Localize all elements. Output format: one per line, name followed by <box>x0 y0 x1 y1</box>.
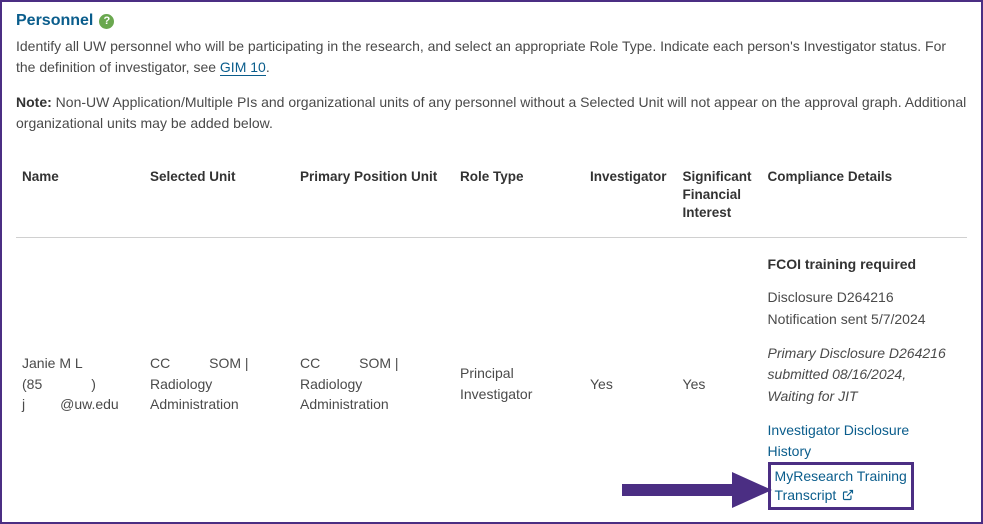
table-header-row: Name Selected Unit Primary Position Unit… <box>16 162 967 237</box>
col-header-compliance: Compliance Details <box>762 162 967 237</box>
redacted-text: xxxxx <box>320 353 355 373</box>
link2-l2: Transcript <box>775 487 837 503</box>
redacted-text: xxxxx <box>170 353 205 373</box>
note-text: Note: Non-UW Application/Multiple PIs an… <box>16 92 967 134</box>
disc2-l1: Primary Disclosure D264216 <box>768 343 957 365</box>
pri-unit-l1-pre: CC <box>300 355 320 371</box>
redacted-text: xxxxx <box>83 353 118 373</box>
col-header-name: Name <box>16 162 144 237</box>
disc2-l2: submitted 08/16/2024, <box>768 364 957 386</box>
section-header: Personnel ? <box>16 12 967 30</box>
compliance-block: FCOI training required Disclosure D26421… <box>768 254 957 464</box>
external-link-icon <box>842 489 854 501</box>
col-header-investigator: Investigator <box>584 162 677 237</box>
intro-text-pre: Identify all UW personnel who will be pa… <box>16 38 946 75</box>
sel-unit-l1-pre: CC <box>150 355 170 371</box>
cell-compliance: FCOI training required Disclosure D26421… <box>762 237 967 520</box>
disc1-l1: Disclosure D264216 <box>768 287 957 309</box>
intro-text: Identify all UW personnel who will be pa… <box>16 36 967 78</box>
link1-l2: History <box>768 443 812 459</box>
redacted-text: xxxxxxx <box>42 374 91 394</box>
cell-primary-unit: CCxxxxx SOM | Radiology Administration <box>294 237 454 520</box>
pri-unit-l1-post: SOM | <box>355 355 398 371</box>
link2-l1: MyResearch Training <box>775 468 907 484</box>
col-header-role-type: Role Type <box>454 162 584 237</box>
name-line1: Janie M L <box>22 355 83 371</box>
help-icon[interactable]: ? <box>99 14 114 29</box>
myresearch-training-transcript-link[interactable]: MyResearch Training Transcript <box>775 467 907 505</box>
col-header-primary-unit: Primary Position Unit <box>294 162 454 237</box>
fcoi-required: FCOI training required <box>768 254 957 276</box>
pri-unit-l3: Administration <box>300 396 389 412</box>
intro-text-post: . <box>266 59 270 75</box>
note-label: Note: <box>16 94 52 110</box>
gim-10-link[interactable]: GIM 10 <box>220 59 266 76</box>
note-body: Non-UW Application/Multiple PIs and orga… <box>16 94 966 131</box>
investigator-disclosure-history-link[interactable]: Investigator Disclosure History <box>768 422 910 460</box>
cell-name: Janie M Lxxxxx (85xxxxxxx) jxxxxx@uw.edu <box>16 237 144 520</box>
link1-l1: Investigator Disclosure <box>768 422 910 438</box>
section-title: Personnel <box>16 12 93 30</box>
name-line2-post: ) <box>91 376 96 392</box>
personnel-panel: Personnel ? Identify all UW personnel wh… <box>0 0 983 524</box>
cell-investigator: Yes <box>584 237 677 520</box>
table-row: Janie M Lxxxxx (85xxxxxxx) jxxxxx@uw.edu… <box>16 237 967 520</box>
highlighted-link-box: MyResearch Training Transcript <box>768 462 914 510</box>
name-line3-post: @uw.edu <box>60 396 119 412</box>
disc2-l3: Waiting for JIT <box>768 386 957 408</box>
personnel-table: Name Selected Unit Primary Position Unit… <box>16 162 967 520</box>
cell-selected-unit: CCxxxxx SOM | Radiology Administration <box>144 237 294 520</box>
sel-unit-l3: Administration <box>150 396 239 412</box>
pri-unit-l2: Radiology <box>300 376 362 392</box>
col-header-sfi: Significant Financial Interest <box>677 162 762 237</box>
sel-unit-l2: Radiology <box>150 376 212 392</box>
cell-sfi: Yes <box>677 237 762 520</box>
sel-unit-l1-post: SOM | <box>205 355 248 371</box>
disc1-l2: Notification sent 5/7/2024 <box>768 309 957 331</box>
col-header-selected-unit: Selected Unit <box>144 162 294 237</box>
name-line2-pre: (85 <box>22 376 42 392</box>
redacted-text: xxxxx <box>25 394 60 414</box>
cell-role-type: Principal Investigator <box>454 237 584 520</box>
